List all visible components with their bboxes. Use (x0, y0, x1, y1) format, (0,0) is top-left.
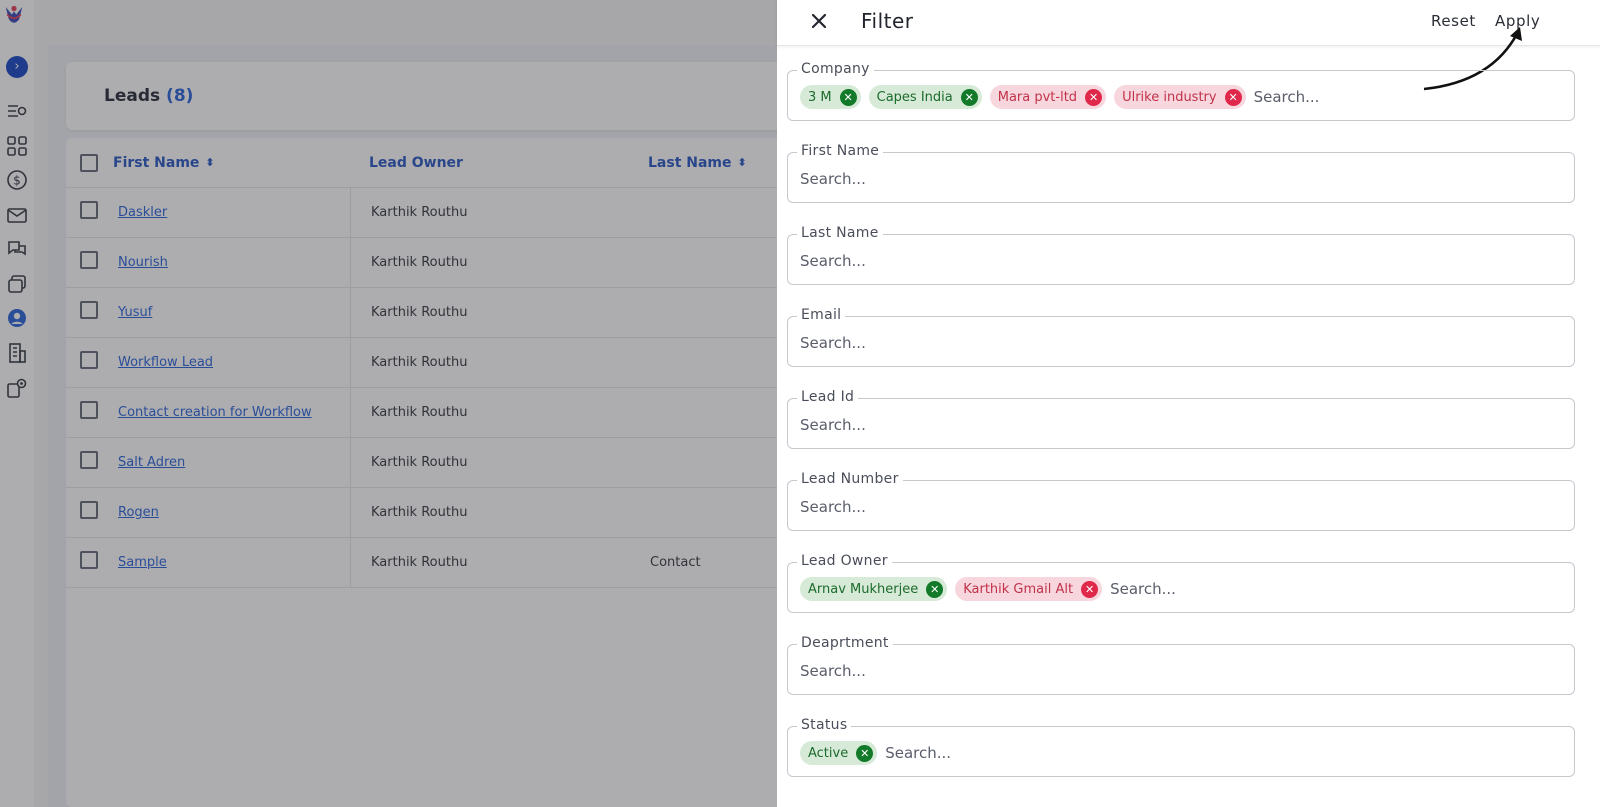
company-field[interactable]: Company 3 M ✕ Capes India ✕ Mara pvt-ltd ✕ … (787, 61, 1575, 121)
filter-panel: Filter Reset Apply Company 3 M ✕ Capes In… (777, 0, 1600, 807)
department-field[interactable]: Deaprtment (787, 635, 1575, 695)
chip-label: Mara pvt-ltd (997, 89, 1078, 105)
chip-label: Capes India (876, 89, 953, 105)
lead-id-search-input[interactable] (800, 416, 1020, 434)
close-icon (811, 13, 827, 29)
remove-chip-icon[interactable]: ✕ (1085, 88, 1103, 106)
lead-owner-field[interactable]: Lead Owner Arnav Mukherjee ✕ Karthik Gmai… (787, 553, 1575, 613)
modal-backdrop[interactable] (0, 0, 777, 807)
status-search-input[interactable] (885, 744, 1106, 762)
lead-owner-search-input[interactable] (1110, 580, 1331, 598)
field-label: Lead Owner (797, 553, 892, 569)
field-label: Company (797, 61, 874, 77)
panel-title: Filter (861, 9, 914, 33)
remove-chip-icon[interactable]: ✕ (926, 580, 944, 598)
field-label: Status (797, 717, 852, 733)
last-name-search-input[interactable] (800, 252, 1020, 270)
lead-number-field[interactable]: Lead Number (787, 471, 1575, 531)
field-label: Lead Number (797, 471, 903, 487)
field-label: Lead Id (797, 389, 859, 405)
remove-chip-icon[interactable]: ✕ (856, 744, 874, 762)
filter-chip[interactable]: Arnav Mukherjee ✕ (800, 577, 948, 601)
chip-label: 3 M (808, 89, 832, 105)
field-label: First Name (797, 143, 884, 159)
remove-chip-icon[interactable]: ✕ (1081, 580, 1099, 598)
chip-label: Active (808, 745, 849, 761)
email-field[interactable]: Email (787, 307, 1575, 367)
filter-chip[interactable]: Mara pvt-ltd ✕ (989, 85, 1107, 109)
last-name-field[interactable]: Last Name (787, 225, 1575, 285)
filter-chip[interactable]: Active ✕ (800, 741, 878, 765)
filter-chip[interactable]: Karthik Gmail Alt ✕ (955, 577, 1103, 601)
status-field[interactable]: Status Active ✕ (787, 717, 1575, 777)
first-name-field[interactable]: First Name (787, 143, 1575, 203)
field-label: Deaprtment (797, 635, 893, 651)
company-search-input[interactable] (1253, 88, 1474, 106)
filter-chip[interactable]: Ulrike industry ✕ (1114, 85, 1246, 109)
filter-chip[interactable]: Capes India ✕ (868, 85, 982, 109)
email-search-input[interactable] (800, 334, 1020, 352)
field-label: Email (797, 307, 846, 323)
first-name-search-input[interactable] (800, 170, 1020, 188)
department-search-input[interactable] (800, 662, 1020, 680)
filter-chip[interactable]: 3 M ✕ (800, 85, 861, 109)
remove-chip-icon[interactable]: ✕ (1224, 88, 1242, 106)
chip-label: Karthik Gmail Alt (963, 581, 1074, 597)
lead-number-search-input[interactable] (800, 498, 1020, 516)
chip-label: Arnav Mukherjee (808, 581, 919, 597)
remove-chip-icon[interactable]: ✕ (960, 88, 978, 106)
remove-chip-icon[interactable]: ✕ (839, 88, 857, 106)
lead-id-field[interactable]: Lead Id (787, 389, 1575, 449)
chip-label: Ulrike industry (1122, 89, 1217, 105)
close-button[interactable] (807, 9, 831, 33)
field-label: Last Name (797, 225, 883, 241)
